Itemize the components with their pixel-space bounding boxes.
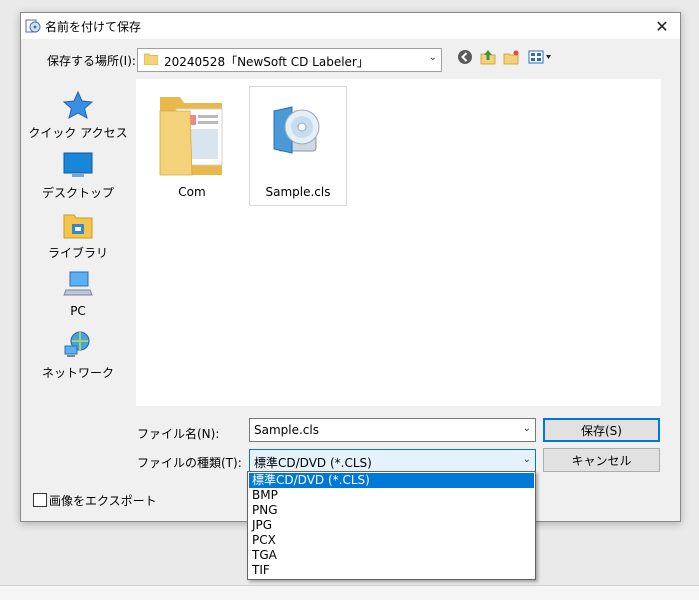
place-label: クイック アクセス	[28, 126, 128, 140]
place-network[interactable]: ネットワーク	[27, 330, 129, 388]
filetype-option[interactable]: PCX	[249, 533, 534, 548]
chevron-down-icon: ⌄	[522, 423, 531, 434]
place-pc[interactable]: PC	[27, 270, 129, 328]
up-folder-button[interactable]	[479, 48, 497, 66]
star-icon	[62, 90, 94, 120]
back-button[interactable]	[456, 48, 474, 66]
filetype-value: 標準CD/DVD (*.CLS)	[254, 456, 372, 470]
place-desktop[interactable]: デスクトップ	[27, 150, 129, 208]
library-icon	[63, 214, 93, 239]
desktop-icon	[63, 152, 93, 177]
place-label: PC	[70, 304, 86, 318]
chevron-down-icon: ⌄	[428, 52, 437, 63]
view-menu-icon	[528, 50, 551, 64]
new-folder-button[interactable]	[502, 48, 520, 66]
export-image-checkbox[interactable]	[33, 493, 47, 507]
place-quick-access[interactable]: クイック アクセス	[27, 90, 129, 148]
chevron-down-icon: ⌄	[522, 454, 531, 465]
back-icon	[458, 50, 472, 64]
location-value: 20240528「NewSoft CD Labeler」	[164, 55, 369, 69]
save-button[interactable]: 保存(S)	[543, 418, 660, 442]
filetype-option-list: 標準CD/DVD (*.CLS) BMP PNG JPG PCX TGA TIF	[247, 471, 536, 580]
dialog-title: 名前を付けて保存	[45, 20, 142, 34]
export-image-label: 画像をエクスポート	[49, 494, 157, 508]
pc-icon	[63, 271, 93, 296]
filetype-label: ファイルの種類(T):	[137, 456, 242, 470]
file-name: Com	[178, 185, 206, 199]
cd-file-icon	[273, 106, 320, 154]
close-button[interactable]: ✕	[644, 13, 680, 39]
filetype-option[interactable]: JPG	[249, 518, 534, 533]
filetype-option[interactable]: BMP	[249, 488, 534, 503]
places-bar: クイック アクセス デスクトップ ライブラリ PC ネットワーク	[27, 80, 129, 478]
filetype-option[interactable]: PNG	[249, 503, 534, 518]
save-button-label: 保存(S)	[581, 423, 622, 438]
app-icon	[25, 19, 41, 33]
folder-icon	[159, 97, 223, 176]
up-folder-icon	[480, 50, 496, 65]
filetype-dropdown[interactable]: 標準CD/DVD (*.CLS) ⌄	[249, 449, 536, 473]
filetype-option[interactable]: 標準CD/DVD (*.CLS)	[249, 473, 534, 488]
place-library[interactable]: ライブラリ	[27, 210, 129, 268]
network-icon	[64, 331, 90, 357]
filename-input[interactable]: Sample.cls ⌄	[249, 418, 536, 442]
file-list-view[interactable]: Com Sample.cls	[136, 79, 661, 406]
file-name: Sample.cls	[265, 185, 331, 199]
place-label: ネットワーク	[41, 366, 114, 380]
close-icon: ✕	[655, 16, 669, 36]
cancel-button[interactable]: キャンセル	[543, 448, 660, 472]
folder-icon	[144, 53, 158, 65]
cancel-button-label: キャンセル	[571, 453, 632, 468]
filetype-option[interactable]: TIF	[249, 563, 534, 578]
file-item-sample[interactable]: Sample.cls	[249, 86, 347, 206]
place-label: デスクトップ	[41, 186, 114, 200]
title-bar: 名前を付けて保存 ✕	[21, 13, 680, 39]
background-taskbar-strip	[0, 585, 699, 600]
location-dropdown[interactable]: 20240528「NewSoft CD Labeler」 ⌄	[137, 48, 442, 72]
save-as-dialog: 名前を付けて保存 ✕ 保存する場所(I): 20240528「NewSoft C…	[20, 12, 681, 522]
filename-value: Sample.cls	[254, 423, 319, 437]
filename-label: ファイル名(N):	[137, 427, 220, 441]
new-folder-icon	[503, 50, 519, 65]
location-label: 保存する場所(I):	[47, 54, 136, 68]
filetype-option[interactable]: TGA	[249, 548, 534, 563]
place-label: ライブラリ	[47, 246, 108, 260]
view-menu-button[interactable]	[527, 48, 553, 66]
file-item-folder[interactable]: Com	[144, 87, 240, 205]
